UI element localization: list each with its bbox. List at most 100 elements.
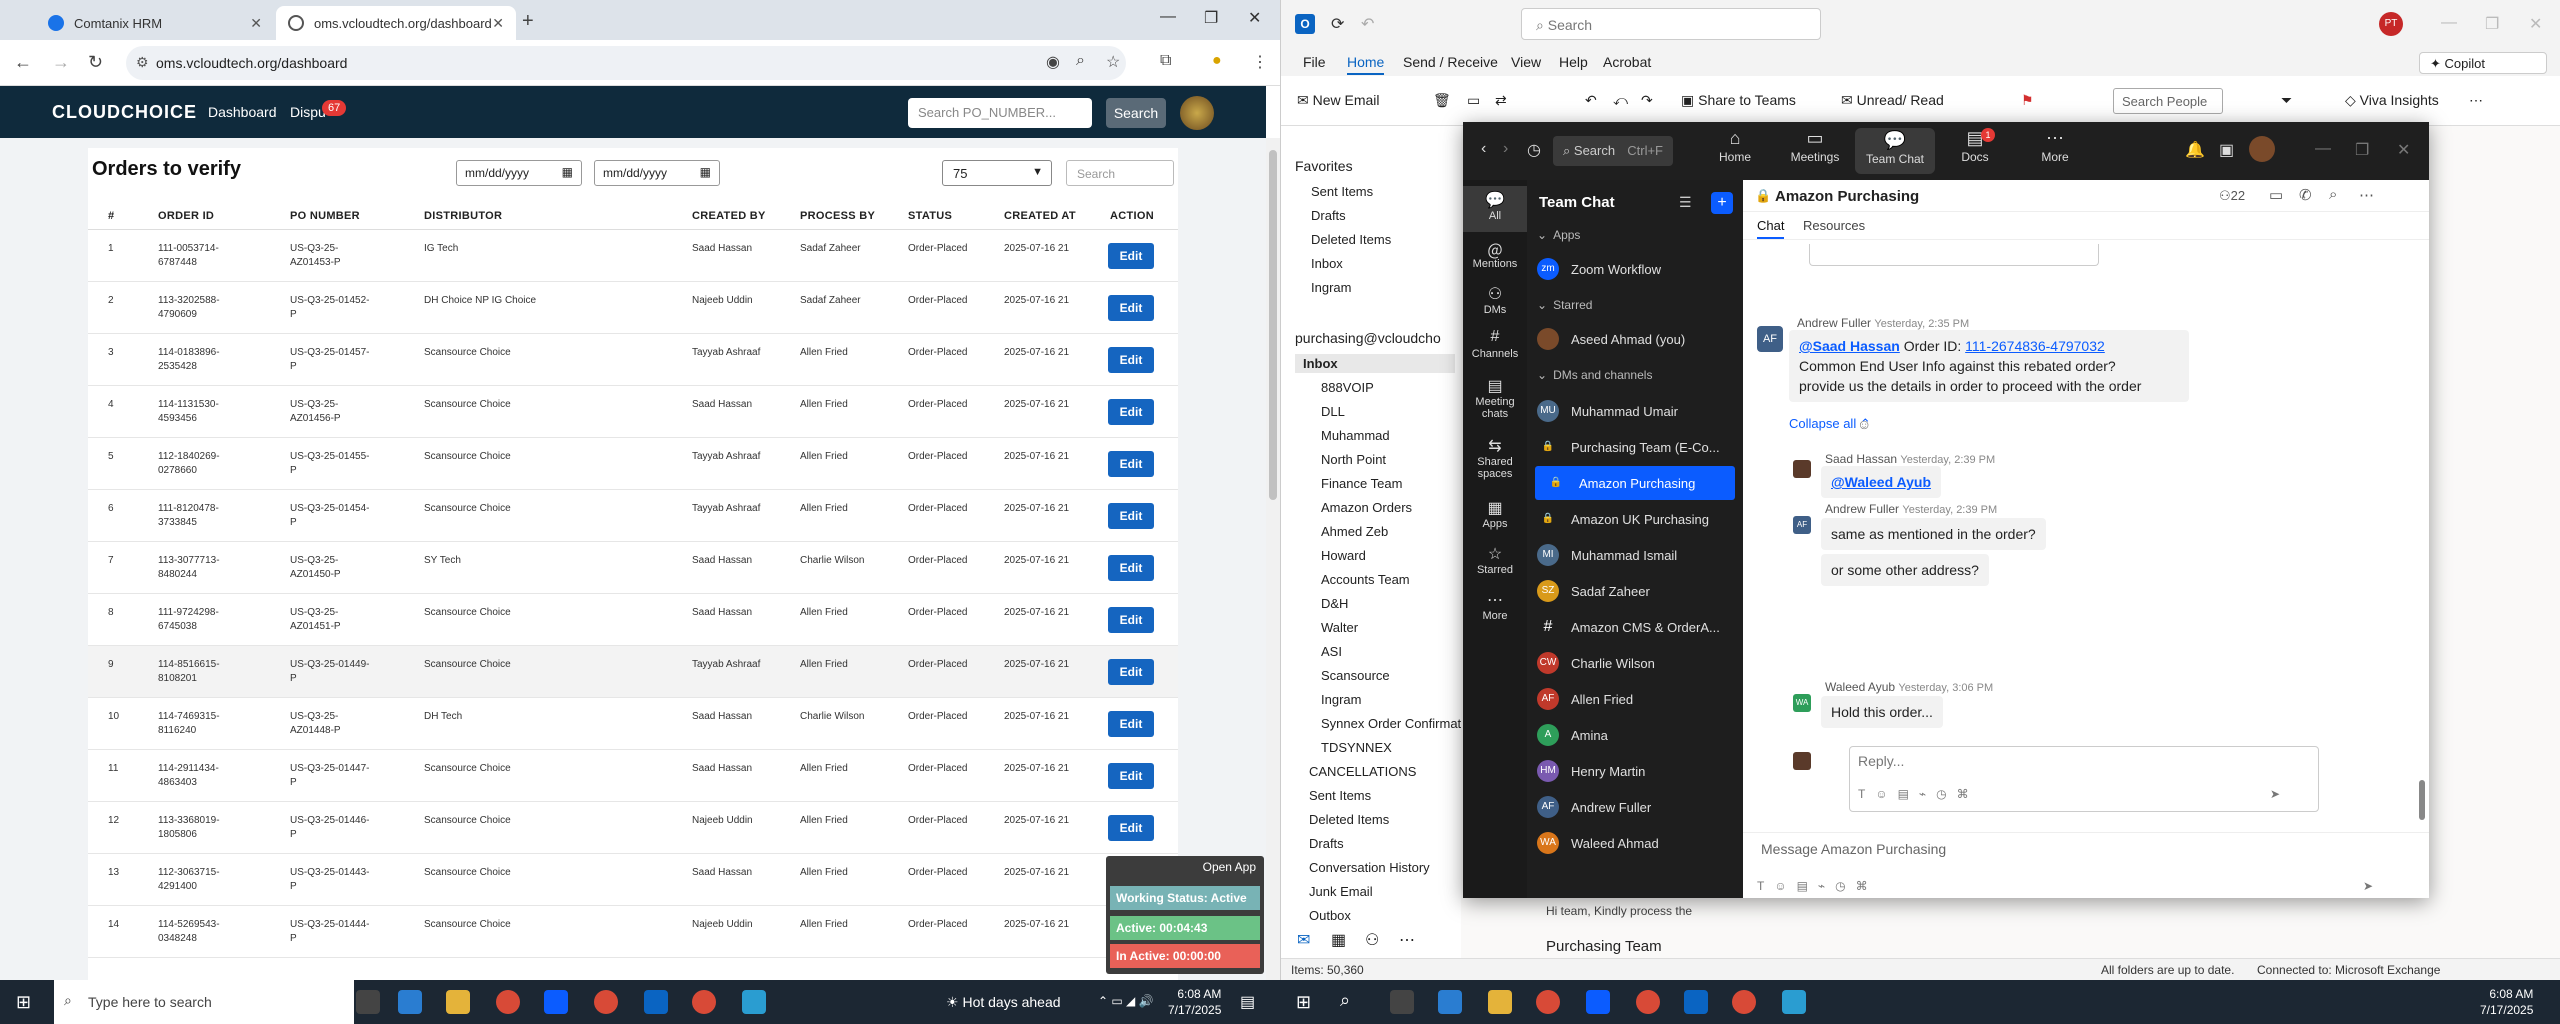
maximize-icon[interactable]: ❐	[2485, 14, 2499, 34]
edit-button[interactable]: Edit	[1108, 243, 1154, 269]
tab-more[interactable]: ⋯ More	[2015, 128, 2095, 164]
undo-icon[interactable]: ↶	[1361, 14, 1374, 34]
video-icon[interactable]: ▭	[2269, 186, 2283, 204]
search-people-input[interactable]: Search People	[2113, 88, 2223, 114]
outlook-search-input[interactable]: ⌕ Search	[1521, 8, 1821, 40]
maximize-icon[interactable]: ❐	[1204, 8, 1218, 28]
team-chat-title[interactable]: Team Chat	[1539, 194, 1615, 211]
rail-more[interactable]: ⋯ More	[1463, 590, 1527, 622]
menu-dots-icon[interactable]: ⋮	[1252, 52, 1268, 72]
inbox-subfolder[interactable]: Synnex Order Confirmation	[1321, 716, 1479, 731]
new-email-button[interactable]: ✉ New Email	[1297, 92, 1380, 109]
chat-name[interactable]: Amazon Purchasing	[1775, 188, 1919, 205]
url-input[interactable]: ⚙ oms.vcloudtech.org/dashboard	[126, 46, 1126, 80]
rail-dms[interactable]: ⚇ DMs	[1463, 284, 1527, 316]
mention[interactable]: @Waleed Ayub	[1831, 474, 1931, 490]
people-icon[interactable]: ⚇	[1365, 930, 1379, 950]
profile-avatar[interactable]	[2249, 136, 2275, 162]
channel-item-muhammad-umair[interactable]: MU Muhammad Umair	[1527, 394, 1743, 428]
flag-icon[interactable]: ⚑	[2021, 92, 2034, 109]
more-apps-icon[interactable]: ⋯	[1399, 930, 1415, 950]
page-scrollbar[interactable]	[1266, 138, 1280, 980]
tab-comtanix-hrm[interactable]: Comtanix HRM ✕	[36, 6, 274, 40]
search-icon[interactable]: ⌕	[2329, 186, 2337, 203]
edge-icon[interactable]	[398, 990, 422, 1014]
chrome-icon[interactable]	[1732, 990, 1756, 1014]
tray-icons[interactable]: ⌃ ▭ ◢ 🔊	[1098, 994, 1154, 1008]
previous-reply-box[interactable]	[1809, 244, 2099, 266]
mail-folder[interactable]: Deleted Items	[1309, 812, 1389, 827]
forward-icon[interactable]: ↷	[1641, 92, 1653, 109]
channel-item-charlie[interactable]: CW Charlie Wilson	[1527, 646, 1743, 680]
extensions-icon[interactable]: ⧉	[1160, 52, 1171, 70]
chrome-icon[interactable]	[594, 990, 618, 1014]
calendar-icon[interactable]: ▦	[700, 165, 711, 179]
inbox-subfolder[interactable]: Accounts Team	[1321, 572, 1410, 587]
viva-insights-button[interactable]: ◇ Viva Insights	[2345, 92, 2439, 109]
minimize-icon[interactable]: —	[2441, 14, 2457, 32]
channel-item-aseed[interactable]: Aseed Ahmad (you)	[1527, 322, 1743, 356]
inbox-subfolder[interactable]: D&H	[1321, 596, 1348, 611]
forward-icon[interactable]: →	[52, 52, 70, 73]
mail-folder[interactable]: Junk Email	[1309, 884, 1373, 899]
minimize-icon[interactable]: —	[1160, 8, 1176, 26]
scrollbar-thumb[interactable]	[1269, 150, 1277, 500]
close-window-icon[interactable]: ✕	[2529, 14, 2542, 34]
members-count[interactable]: ⚇22	[2219, 188, 2245, 204]
edit-button[interactable]: Edit	[1108, 555, 1154, 581]
eye-off-icon[interactable]: ◉	[1046, 52, 1060, 72]
inbox-subfolder[interactable]: 888VOIP	[1321, 380, 1374, 395]
mail-folder[interactable]: Outbox	[1309, 908, 1351, 923]
tab-meetings[interactable]: ▭ Meetings	[1775, 128, 1855, 164]
menu-home[interactable]: Home	[1347, 54, 1385, 75]
share-to-teams-button[interactable]: ▣ Share to Teams	[1681, 92, 1796, 109]
favorite-folder[interactable]: Ingram	[1311, 280, 1351, 295]
edit-button[interactable]: Edit	[1108, 763, 1154, 789]
rail-meeting-chats[interactable]: ▤ Meeting chats	[1463, 376, 1527, 420]
send-icon[interactable]: ➤	[2363, 879, 2373, 893]
inbox-subfolder[interactable]: DLL	[1321, 404, 1345, 419]
start-icon[interactable]: ⊞	[16, 992, 31, 1013]
mail-icon[interactable]: ✉	[1297, 930, 1310, 950]
chrome-icon[interactable]	[1536, 990, 1560, 1014]
subtab-chat[interactable]: Chat	[1757, 218, 1785, 239]
page-size-select[interactable]: 75 ▼	[942, 160, 1052, 186]
inbox-subfolder[interactable]: Walter	[1321, 620, 1358, 635]
emoji-icon[interactable]: ☺	[1857, 416, 1871, 432]
message-bubble[interactable]: same as mentioned in the order?	[1821, 518, 2046, 550]
inbox-subfolder[interactable]: Ahmed Zeb	[1321, 524, 1388, 539]
mail-folder[interactable]: Sent Items	[1309, 788, 1371, 803]
outlook-icon[interactable]	[644, 990, 668, 1014]
inbox-subfolder[interactable]: ASI	[1321, 644, 1342, 659]
section-dms[interactable]: ⌄ DMs and channels	[1527, 358, 1743, 392]
message-bubble[interactable]: Hold this order...	[1821, 696, 1943, 728]
file-explorer-icon[interactable]	[446, 990, 470, 1014]
more-icon[interactable]: ⋯	[2359, 186, 2374, 204]
taskbar-search-input[interactable]: ⌕ Type here to search	[54, 980, 354, 1024]
delete-icon[interactable]: 🗑	[1433, 92, 1451, 109]
profile-icon[interactable]: ●	[1212, 52, 1222, 70]
user-avatar[interactable]	[1180, 96, 1214, 130]
edit-button[interactable]: Edit	[1108, 295, 1154, 321]
zoom-icon[interactable]	[544, 990, 568, 1014]
nav-disputes[interactable]: Dispu	[290, 104, 326, 120]
message-bubble[interactable]: @Saad Hassan Order ID: 111-2674836-47970…	[1789, 330, 2189, 402]
inbox-subfolder[interactable]: Muhammad	[1321, 428, 1390, 443]
tab-docs[interactable]: ▤ Docs 1	[1935, 128, 2015, 164]
unread-read-button[interactable]: ✉ Unread/ Read	[1841, 92, 1944, 109]
site-info-icon[interactable]: ⚙	[136, 54, 149, 71]
mail-folder[interactable]: CANCELLATIONS	[1309, 764, 1416, 779]
minimize-icon[interactable]: —	[2315, 140, 2331, 158]
inbox-folder[interactable]: Inbox	[1295, 354, 1455, 373]
rail-apps[interactable]: ▦ Apps	[1463, 498, 1527, 530]
zoom-icon[interactable]: ⌕	[1076, 52, 1085, 70]
clock[interactable]: 6:08 AM 7/17/2025	[2480, 986, 2533, 1018]
reply-icon[interactable]: ↶	[1585, 92, 1597, 109]
channel-item-allen[interactable]: AF Allen Fried	[1527, 682, 1743, 716]
move-icon[interactable]: ⇄	[1495, 92, 1507, 109]
new-tab-icon[interactable]: +	[522, 10, 534, 33]
back-icon[interactable]: ‹	[1481, 140, 1486, 158]
inbox-subfolder[interactable]: Scansource	[1321, 668, 1390, 683]
filter-icon[interactable]: ☰	[1679, 194, 1692, 211]
copilot-button[interactable]: ✦ Copilot	[2419, 52, 2547, 74]
